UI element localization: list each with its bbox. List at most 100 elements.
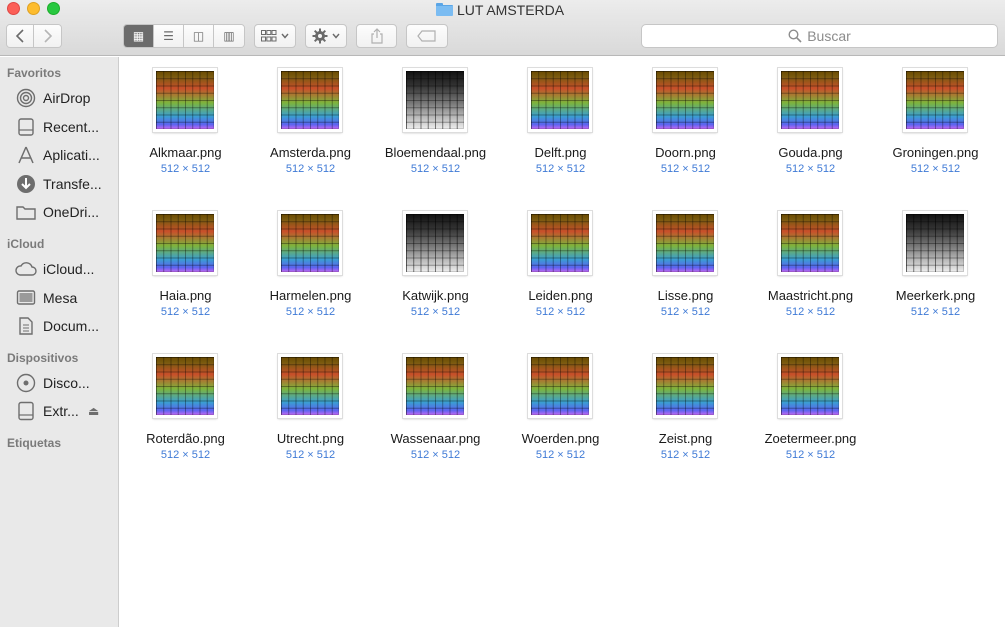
file-item[interactable]: Doorn.png 512 × 512 xyxy=(620,57,745,177)
file-name: Woerden.png xyxy=(521,431,600,446)
column-view-icon: ◫ xyxy=(192,29,205,43)
folder-icon xyxy=(15,201,37,223)
file-item[interactable]: Roterdão.png 512 × 512 xyxy=(120,343,245,463)
file-item[interactable]: Maastricht.png 512 × 512 xyxy=(745,200,870,320)
sidebar-item[interactable]: iCloud... xyxy=(0,256,118,282)
file-dimensions: 512 × 512 xyxy=(285,449,336,461)
sidebar-item[interactable]: AirDrop xyxy=(0,85,118,111)
external-drive-icon xyxy=(15,400,37,422)
file-name: Roterdão.png xyxy=(146,431,225,446)
file-item[interactable]: Zoetermeer.png 512 × 512 xyxy=(745,343,870,463)
file-thumbnail xyxy=(778,68,842,132)
sidebar-item[interactable]: Transfe... xyxy=(0,171,118,197)
sidebar-item[interactable]: Disco... xyxy=(0,370,118,396)
sidebar-item[interactable]: Docum... xyxy=(0,313,118,339)
file-thumbnail xyxy=(153,211,217,275)
lut-preview-image xyxy=(656,71,714,129)
file-item[interactable]: Zeist.png 512 × 512 xyxy=(620,343,745,463)
file-thumbnail xyxy=(403,354,467,418)
file-thumbnail xyxy=(903,211,967,275)
file-item[interactable]: Gouda.png 512 × 512 xyxy=(745,57,870,177)
file-thumbnail xyxy=(653,354,717,418)
lut-preview-image xyxy=(781,71,839,129)
file-name: Zoetermeer.png xyxy=(764,431,857,446)
file-name: Groningen.png xyxy=(892,145,979,160)
file-thumbnail xyxy=(528,68,592,132)
file-item[interactable]: Leiden.png 512 × 512 xyxy=(495,200,620,320)
close-window-button[interactable] xyxy=(7,2,20,15)
file-item[interactable]: Meerkerk.png 512 × 512 xyxy=(870,200,995,320)
file-item[interactable]: Harmelen.png 512 × 512 xyxy=(245,200,370,320)
eject-icon[interactable]: ⏏ xyxy=(88,404,99,418)
lut-preview-image xyxy=(656,357,714,415)
file-dimensions: 512 × 512 xyxy=(785,163,836,175)
forward-button[interactable] xyxy=(34,25,61,47)
sidebar-item[interactable]: OneDri... xyxy=(0,199,118,225)
applications-icon xyxy=(15,144,37,166)
icon-view-button[interactable]: ▦ xyxy=(124,25,154,47)
back-button[interactable] xyxy=(7,25,34,47)
cover-flow-view-button[interactable]: ▥ xyxy=(214,25,244,47)
file-item[interactable]: Katwijk.png 512 × 512 xyxy=(370,200,495,320)
file-name: Utrecht.png xyxy=(276,431,345,446)
lut-preview-image xyxy=(906,214,964,272)
sidebar-section-header[interactable]: Dispositivos xyxy=(7,351,78,365)
file-thumbnail xyxy=(278,354,342,418)
file-item[interactable]: Lisse.png 512 × 512 xyxy=(620,200,745,320)
file-dimensions: 512 × 512 xyxy=(160,449,211,461)
sidebar-item[interactable]: Mesa xyxy=(0,285,118,311)
sidebar-item[interactable]: Extr... ⏏ xyxy=(0,398,118,424)
sidebar-section-header[interactable]: Etiquetas xyxy=(7,436,61,450)
lut-preview-image xyxy=(406,357,464,415)
lut-preview-image xyxy=(406,71,464,129)
lut-preview-image xyxy=(531,214,589,272)
file-name: Zeist.png xyxy=(658,431,713,446)
file-item[interactable]: Woerden.png 512 × 512 xyxy=(495,343,620,463)
file-name: Katwijk.png xyxy=(402,288,469,303)
file-thumbnail xyxy=(278,211,342,275)
sidebar-item[interactable]: Recent... xyxy=(0,114,118,140)
file-item[interactable]: Amsterda.png 512 × 512 xyxy=(245,57,370,177)
file-item[interactable]: Groningen.png 512 × 512 xyxy=(870,57,995,177)
file-item[interactable]: Alkmaar.png 512 × 512 xyxy=(120,57,245,177)
sidebar-section-header[interactable]: Favoritos xyxy=(7,66,61,80)
sidebar-item-label: AirDrop xyxy=(43,90,91,106)
lut-preview-image xyxy=(781,214,839,272)
arrange-icon xyxy=(261,30,277,42)
file-item[interactable]: Bloemendaal.png 512 × 512 xyxy=(370,57,495,177)
file-dimensions: 512 × 512 xyxy=(160,306,211,318)
arrange-button[interactable] xyxy=(254,24,296,48)
list-view-button[interactable]: ☰ xyxy=(154,25,184,47)
file-item[interactable]: Haia.png 512 × 512 xyxy=(120,200,245,320)
sidebar-item-label: Aplicati... xyxy=(43,147,100,164)
lut-preview-image xyxy=(406,214,464,272)
file-name: Lisse.png xyxy=(657,288,714,303)
file-thumbnail xyxy=(403,211,467,275)
sidebar-item-label: OneDri... xyxy=(43,204,100,221)
sidebar-section-header[interactable]: iCloud xyxy=(7,237,44,251)
file-item[interactable]: Delft.png 512 × 512 xyxy=(495,57,620,177)
share-button[interactable] xyxy=(356,24,397,48)
sidebar-item-label: Recent... xyxy=(43,118,100,135)
file-thumbnail xyxy=(653,68,717,132)
share-icon xyxy=(370,28,383,44)
tags-button[interactable] xyxy=(406,24,448,48)
file-item[interactable]: Utrecht.png 512 × 512 xyxy=(245,343,370,463)
file-dimensions: 512 × 512 xyxy=(410,306,461,318)
list-view-icon: ☰ xyxy=(163,29,174,43)
file-item[interactable]: Wassenaar.png 512 × 512 xyxy=(370,343,495,463)
file-thumbnail xyxy=(153,68,217,132)
column-view-button[interactable]: ◫ xyxy=(184,25,214,47)
minimize-window-button[interactable] xyxy=(27,2,40,15)
file-dimensions: 512 × 512 xyxy=(410,449,461,461)
file-thumbnail xyxy=(653,211,717,275)
action-button[interactable] xyxy=(305,24,347,48)
desktop-icon xyxy=(15,287,37,309)
sidebar-item[interactable]: Aplicati... xyxy=(0,142,118,168)
search-field[interactable]: Buscar xyxy=(641,24,998,48)
sidebar-item-label: Extr... xyxy=(43,403,79,420)
maximize-window-button[interactable] xyxy=(47,2,60,15)
lut-preview-image xyxy=(281,71,339,129)
lut-preview-image xyxy=(531,71,589,129)
chevron-right-icon xyxy=(43,29,52,43)
